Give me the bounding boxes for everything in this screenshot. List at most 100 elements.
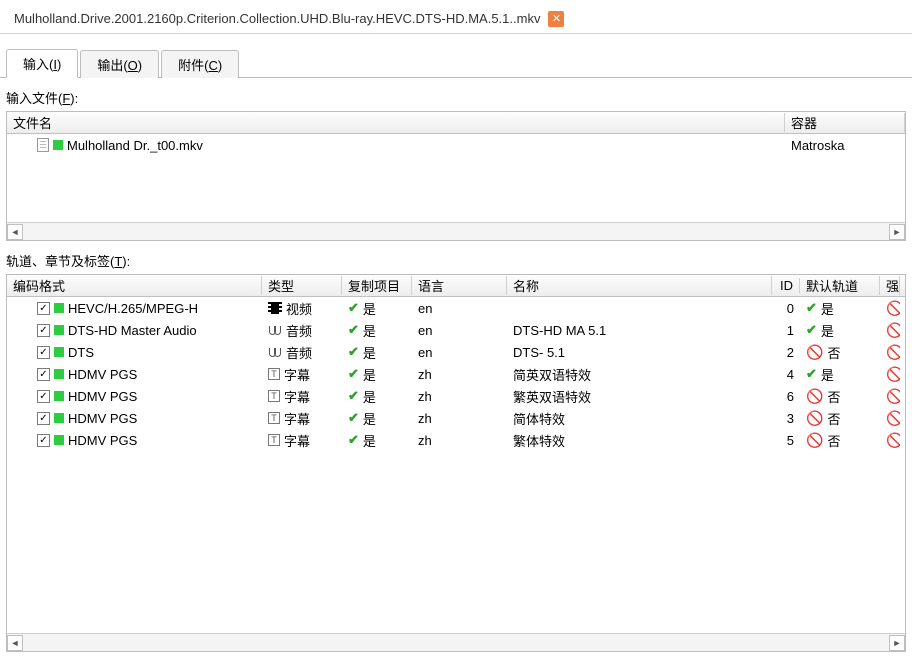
track-row[interactable]: ✓HDMV PGST 字幕✔ 是zh繁体特效5🚫 否🚫: [7, 429, 905, 451]
th-codec[interactable]: 编码格式: [7, 276, 262, 295]
files-header-name[interactable]: 文件名: [7, 113, 785, 132]
tab-input[interactable]: 输入(I): [6, 49, 78, 78]
track-copy: ✔ 是: [342, 387, 412, 406]
check-icon: ✔: [348, 344, 359, 360]
prohibit-icon: 🚫: [806, 388, 823, 405]
prohibit-icon: 🚫: [806, 344, 823, 361]
track-type: 音频: [286, 343, 312, 362]
tracks-header: 编码格式 类型 复制项目 语言 名称 ID 默认轨道 强: [7, 275, 905, 297]
th-copy[interactable]: 复制项目: [342, 276, 412, 295]
track-checkbox[interactable]: ✓: [37, 346, 50, 359]
status-square-icon: [54, 303, 64, 313]
th-type[interactable]: 类型: [262, 276, 342, 295]
check-icon: ✔: [806, 322, 817, 338]
text-icon: T: [268, 390, 280, 402]
scroll-right-icon[interactable]: ►: [889, 635, 905, 651]
track-id: 6: [787, 389, 794, 404]
track-row[interactable]: ✓DTS-HD Master Audio 音频✔ 是enDTS-HD MA 5.…: [7, 319, 905, 341]
tab-attachments[interactable]: 附件(C): [161, 50, 239, 78]
track-name: DTS-HD MA 5.1: [513, 323, 606, 338]
track-checkbox[interactable]: ✓: [37, 302, 50, 315]
th-forced[interactable]: 强: [880, 276, 900, 295]
text-icon: T: [268, 434, 280, 446]
track-copy: ✔ 是: [342, 365, 412, 384]
file-name: Mulholland Dr._t00.mkv: [67, 138, 203, 153]
track-name: 简英双语特效: [513, 365, 591, 384]
track-codec: DTS-HD Master Audio: [68, 323, 197, 338]
track-lang: zh: [418, 433, 432, 448]
th-default[interactable]: 默认轨道: [800, 276, 880, 295]
text-icon: T: [268, 412, 280, 424]
prohibit-icon: 🚫: [886, 410, 900, 427]
track-checkbox[interactable]: ✓: [37, 434, 50, 447]
track-lang: en: [418, 323, 432, 338]
open-file-tabs: Mulholland.Drive.2001.2160p.Criterion.Co…: [0, 0, 912, 34]
tab-output[interactable]: 输出(O): [80, 50, 159, 78]
close-file-tab-icon[interactable]: ✕: [548, 11, 564, 27]
scroll-left-icon[interactable]: ◄: [7, 224, 23, 240]
check-icon: ✔: [348, 300, 359, 316]
prohibit-icon: 🚫: [886, 388, 900, 405]
track-codec: HDMV PGS: [68, 389, 137, 404]
tracks-hscrollbar[interactable]: ◄ ►: [7, 633, 905, 651]
track-checkbox[interactable]: ✓: [37, 324, 50, 337]
th-lang[interactable]: 语言: [412, 276, 507, 295]
check-icon: ✔: [348, 432, 359, 448]
track-forced: 🚫: [880, 322, 900, 339]
track-type: 视频: [286, 299, 312, 318]
files-hscrollbar[interactable]: ◄ ►: [7, 222, 905, 240]
status-square-icon: [54, 413, 64, 423]
track-type: 音频: [286, 321, 312, 340]
th-id[interactable]: ID: [772, 278, 800, 293]
status-square-icon: [53, 140, 63, 150]
track-forced: 🚫: [880, 388, 900, 405]
track-id: 5: [787, 433, 794, 448]
track-row[interactable]: ✓DTS 音频✔ 是enDTS- 5.12🚫 否🚫: [7, 341, 905, 363]
prohibit-icon: 🚫: [886, 344, 900, 361]
prohibit-icon: 🚫: [886, 322, 900, 339]
check-icon: ✔: [348, 388, 359, 404]
track-forced: 🚫: [880, 344, 900, 361]
files-header-container[interactable]: 容器: [785, 113, 905, 132]
file-container: Matroska: [791, 138, 844, 153]
track-row[interactable]: ✓HDMV PGST 字幕✔ 是zh简体特效3🚫 否🚫: [7, 407, 905, 429]
file-row[interactable]: Mulholland Dr._t00.mkv Matroska: [7, 134, 905, 156]
track-codec: HDMV PGS: [68, 367, 137, 382]
check-icon: ✔: [348, 410, 359, 426]
track-row[interactable]: ✓HDMV PGST 字幕✔ 是zh简英双语特效4✔ 是🚫: [7, 363, 905, 385]
track-default: 🚫 否: [800, 387, 880, 406]
track-lang: zh: [418, 389, 432, 404]
files-header: 文件名 容器: [7, 112, 905, 134]
scroll-left-icon[interactable]: ◄: [7, 635, 23, 651]
track-forced: 🚫: [880, 432, 900, 449]
track-checkbox[interactable]: ✓: [37, 368, 50, 381]
track-type: 字幕: [284, 365, 310, 384]
tracks-body[interactable]: ✓HEVC/H.265/MPEG-H 视频✔ 是en0✔ 是🚫✓DTS-HD M…: [7, 297, 905, 633]
track-id: 0: [787, 301, 794, 316]
track-row[interactable]: ✓HDMV PGST 字幕✔ 是zh繁英双语特效6🚫 否🚫: [7, 385, 905, 407]
track-type: 字幕: [284, 431, 310, 450]
files-body[interactable]: Mulholland Dr._t00.mkv Matroska: [7, 134, 905, 222]
track-name: 简体特效: [513, 409, 565, 428]
track-forced: 🚫: [880, 410, 900, 427]
track-row[interactable]: ✓HEVC/H.265/MPEG-H 视频✔ 是en0✔ 是🚫: [7, 297, 905, 319]
track-checkbox[interactable]: ✓: [37, 412, 50, 425]
status-square-icon: [54, 325, 64, 335]
file-tab-title: Mulholland.Drive.2001.2160p.Criterion.Co…: [14, 11, 540, 26]
prohibit-icon: 🚫: [886, 432, 900, 449]
track-name: 繁体特效: [513, 431, 565, 450]
th-name[interactable]: 名称: [507, 276, 772, 295]
prohibit-icon: 🚫: [886, 300, 900, 317]
track-copy: ✔ 是: [342, 299, 412, 318]
track-default: 🚫 否: [800, 431, 880, 450]
file-tab[interactable]: Mulholland.Drive.2001.2160p.Criterion.Co…: [6, 7, 548, 30]
prohibit-icon: 🚫: [806, 410, 823, 427]
prohibit-icon: 🚫: [886, 366, 900, 383]
status-square-icon: [54, 347, 64, 357]
track-forced: 🚫: [880, 366, 900, 383]
track-checkbox[interactable]: ✓: [37, 390, 50, 403]
status-square-icon: [54, 369, 64, 379]
scroll-right-icon[interactable]: ►: [889, 224, 905, 240]
tracks-label: 轨道、章节及标签(T):: [0, 241, 912, 274]
text-icon: T: [268, 368, 280, 380]
